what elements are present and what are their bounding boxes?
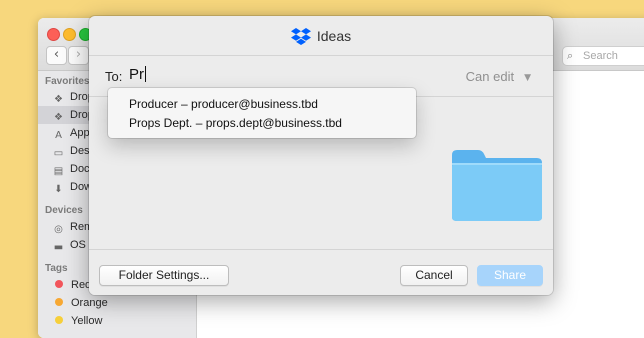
dialog-footer: Folder Settings... Cancel Share (89, 249, 553, 295)
desktop-icon: ▭ (53, 148, 64, 159)
dropbox-icon: ❖ (54, 112, 63, 123)
hard-drive-icon: ▬ (53, 242, 64, 253)
finder-search-field[interactable]: ⌕ Search (562, 46, 644, 66)
sidebar-item-remote-disc[interactable]: ◎ Rem (52, 218, 93, 236)
back-button[interactable]: ‹ (46, 46, 67, 65)
to-label: To: (105, 69, 123, 84)
favorites-header: Favorites (45, 76, 90, 87)
chevron-down-icon: ▼ (524, 73, 531, 83)
suggestion-props-dept[interactable]: Props Dept. – props.dept@business.tbd (129, 116, 342, 130)
minimize-window-button[interactable] (63, 28, 76, 41)
recipient-input-text: Pr (129, 66, 144, 83)
recipient-suggestions-list: Producer – producer@business.tbd Props D… (108, 88, 416, 138)
text-cursor (145, 66, 146, 82)
sidebar-item-applications[interactable]: A Appl (52, 124, 92, 142)
permission-dropdown[interactable]: Can edit ▼ (466, 69, 531, 84)
documents-icon: ▤ (53, 166, 64, 177)
tag-color-dot (55, 280, 63, 288)
folder-icon (450, 147, 544, 228)
forward-button[interactable]: › (68, 46, 89, 65)
folder-settings-button[interactable]: Folder Settings... (99, 265, 229, 286)
chevron-right-icon: › (75, 47, 82, 62)
sidebar-item-label: Orange (71, 297, 108, 309)
permission-label: Can edit (465, 69, 515, 84)
share-button[interactable]: Share (477, 265, 543, 286)
sidebar-item-downloads[interactable]: ⬇ Dow (52, 178, 92, 196)
downloads-icon: ⬇ (54, 184, 63, 195)
search-placeholder: Search (583, 50, 618, 62)
close-window-button[interactable] (47, 28, 60, 41)
devices-header: Devices (45, 205, 83, 216)
chevron-left-icon: ‹ (53, 47, 60, 62)
tag-color-dot (55, 298, 63, 306)
sidebar-item-documents[interactable]: ▤ Doc (52, 160, 90, 178)
sidebar-item-tag-red[interactable]: Red (52, 276, 91, 294)
sidebar-item-tag-orange[interactable]: Orange (52, 294, 108, 312)
dropbox-icon: ❖ (54, 94, 63, 105)
cancel-button[interactable]: Cancel (400, 265, 468, 286)
share-dialog: Ideas To: Pr Can edit ▼ Producer – produc… (89, 16, 553, 295)
search-icon: ⌕ (567, 49, 574, 62)
dialog-title-bar: Ideas (89, 16, 553, 56)
tags-header: Tags (45, 263, 68, 274)
dropbox-icon (290, 20, 311, 61)
sidebar-item-tag-yellow[interactable]: Yellow (52, 312, 102, 330)
applications-icon: A (55, 130, 62, 141)
sidebar-item-dropbox[interactable]: ❖ Drop (52, 88, 94, 106)
sidebar-item-label: Yellow (71, 315, 103, 327)
sidebar-item-label: Doc (70, 163, 90, 175)
recipient-input[interactable]: Pr (129, 66, 146, 83)
suggestion-producer[interactable]: Producer – producer@business.tbd (129, 97, 318, 111)
disc-icon: ◎ (54, 224, 63, 235)
dialog-title: Ideas (316, 28, 352, 44)
